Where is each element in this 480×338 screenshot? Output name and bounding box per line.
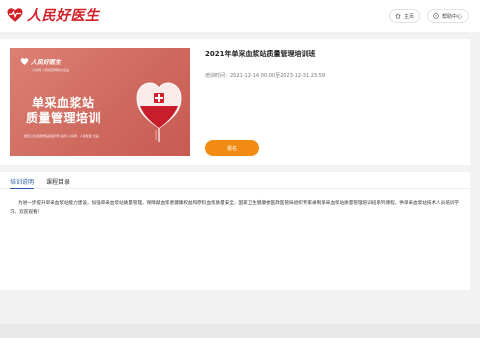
- heart-pulse-icon: [7, 8, 23, 22]
- course-time: 培训时间：2021-12-14 00:00至2023-12-31 23:59: [205, 72, 325, 79]
- course-banner: 人民好医生 人民网·人民健康网联合出品 单采血浆站 质量管理培训 国家卫生健康委…: [10, 48, 190, 156]
- course-card: 人民好医生 人民网·人民健康网联合出品 单采血浆站 质量管理培训 国家卫生健康委…: [0, 39, 470, 165]
- page-footer: [0, 324, 480, 338]
- blood-bag-heart-icon: [136, 82, 182, 142]
- home-label: 主页: [404, 13, 415, 20]
- banner-logo-text: 人民好医生: [31, 59, 62, 66]
- training-description: 为进一步提升单采血浆站能力建设，加强单采血浆站质量管理，保障献血浆者健康权益和原…: [10, 201, 460, 215]
- tab-training-info[interactable]: 培训说明: [10, 177, 35, 189]
- svg-text:?: ?: [435, 14, 437, 18]
- help-center-button[interactable]: ? 帮助中心: [427, 9, 469, 23]
- help-icon: ?: [433, 13, 439, 19]
- site-logo[interactable]: 人民好医生: [6, 5, 100, 25]
- banner-subtitle: 人民网·人民健康网联合出品: [32, 68, 69, 72]
- enroll-button[interactable]: 报名: [205, 140, 259, 156]
- heart-logo-icon: [20, 58, 29, 65]
- banner-title-line2: 质量管理培训: [26, 111, 102, 125]
- logo-text: 人民好医生: [27, 8, 100, 24]
- course-detail-panel: 培训说明 课程目录 为进一步提升单采血浆站能力建设，加强单采血浆站质量管理，保障…: [0, 172, 470, 290]
- tab-bar: 培训说明 课程目录: [0, 172, 470, 189]
- time-value: 2021-12-14 00:00至2023-12-31 23:59: [230, 73, 326, 79]
- banner-logo: 人民好医生: [20, 57, 61, 66]
- banner-footer: 国家卫生健康委医政医管局 指导 人民网 · 人民健康 出品: [24, 134, 99, 138]
- time-label: 培训时间：: [205, 73, 231, 79]
- top-bar: 人民好医生 主页 ? 帮助中心: [0, 0, 480, 32]
- home-button[interactable]: 主页: [389, 9, 420, 23]
- tab-course-catalog[interactable]: 课程目录: [46, 177, 70, 188]
- help-label: 帮助中心: [442, 13, 463, 20]
- home-icon: [395, 13, 401, 19]
- course-title: 2021年单采血浆站质量管理培训班: [205, 50, 316, 58]
